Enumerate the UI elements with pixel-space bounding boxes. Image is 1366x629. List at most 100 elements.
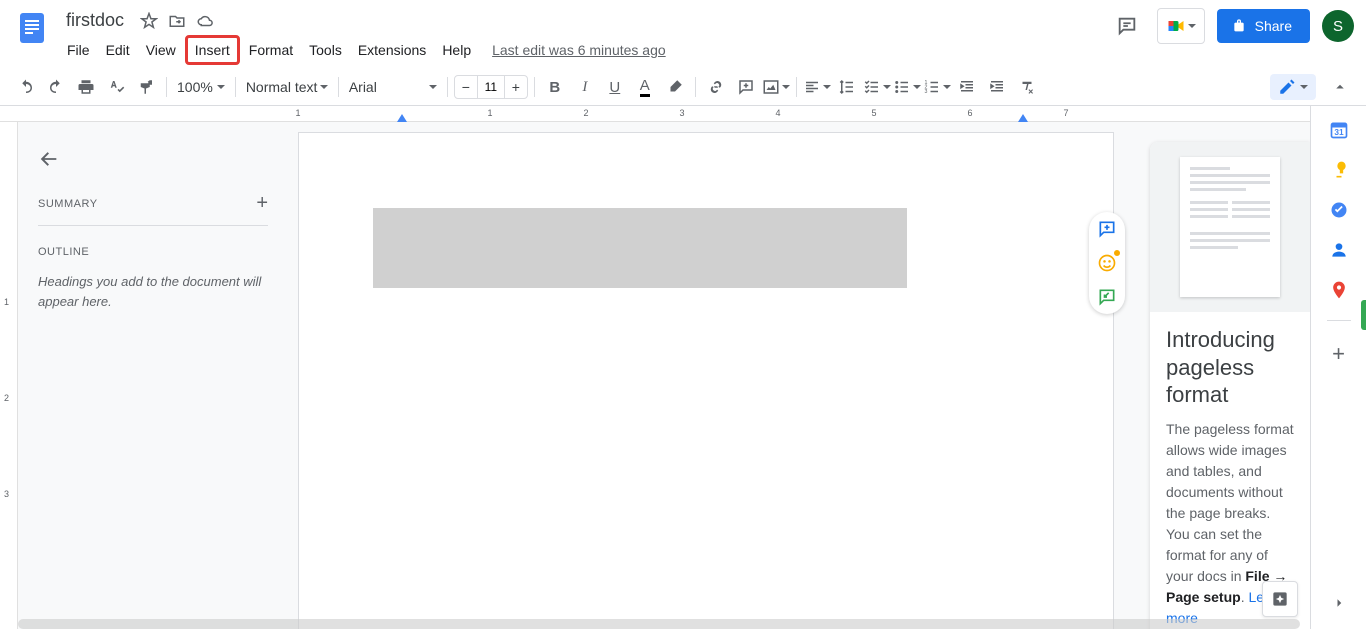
info-card-preview: [1150, 142, 1310, 312]
clear-formatting-button[interactable]: [1013, 73, 1041, 101]
chevron-down-icon: [883, 85, 891, 89]
highlight-button[interactable]: [661, 73, 689, 101]
add-summary-button[interactable]: +: [256, 192, 268, 215]
menu-extensions[interactable]: Extensions: [351, 38, 433, 62]
numbered-list-button[interactable]: 123: [923, 73, 951, 101]
menu-format[interactable]: Format: [242, 38, 300, 62]
bold-button[interactable]: B: [541, 73, 569, 101]
increase-font-button[interactable]: +: [505, 76, 527, 98]
menu-help[interactable]: Help: [435, 38, 478, 62]
get-addons-button[interactable]: +: [1332, 341, 1345, 367]
text-color-button[interactable]: A: [631, 73, 659, 101]
horizontal-scrollbar[interactable]: [18, 619, 1300, 629]
left-indent-marker[interactable]: [397, 114, 407, 122]
chevron-down-icon: [429, 85, 437, 89]
title-row: firstdoc: [60, 8, 1109, 33]
share-label: Share: [1255, 18, 1292, 34]
info-card-title: Introducing pageless format: [1150, 312, 1310, 419]
suggest-edit-icon[interactable]: [1096, 286, 1118, 308]
checklist-button[interactable]: [863, 73, 891, 101]
tasks-icon[interactable]: [1329, 200, 1349, 220]
outline-back-button[interactable]: [38, 148, 62, 172]
docs-logo[interactable]: [12, 8, 52, 48]
horizontal-ruler[interactable]: 1 1 2 3 4 5 6 7: [0, 106, 1310, 122]
add-comment-button[interactable]: [732, 73, 760, 101]
style-value: Normal text: [246, 79, 318, 95]
right-indent-marker[interactable]: [1018, 114, 1028, 122]
ruler-tick: 1: [487, 108, 492, 118]
font-size-input[interactable]: [477, 76, 505, 98]
underline-button[interactable]: U: [601, 73, 629, 101]
font-select[interactable]: Arial: [345, 73, 441, 101]
calendar-icon[interactable]: 31: [1329, 120, 1349, 140]
separator: [235, 77, 236, 97]
svg-text:31: 31: [1334, 127, 1344, 137]
cloud-status-icon[interactable]: [196, 12, 214, 30]
align-button[interactable]: [803, 73, 831, 101]
add-comment-icon[interactable]: [1096, 218, 1118, 240]
chevron-down-icon: [217, 85, 225, 89]
bulleted-list-button[interactable]: [893, 73, 921, 101]
separator: [447, 77, 448, 97]
hide-sidebar-button[interactable]: [1330, 594, 1348, 615]
move-icon[interactable]: [168, 12, 186, 30]
decrease-indent-button[interactable]: [953, 73, 981, 101]
account-avatar[interactable]: S: [1322, 10, 1354, 42]
separator: [38, 225, 268, 226]
title-area: firstdoc File Edit View Insert Format To…: [60, 8, 1109, 65]
main-area: 1 1 2 3 4 5 6 7 1 2 3 SUMMARY: [0, 106, 1366, 629]
ruler-marks: 1 1 2 3 4 5 6 7: [298, 106, 1310, 121]
menu-file[interactable]: File: [60, 38, 97, 62]
ruler-tick: 2: [583, 108, 588, 118]
italic-button[interactable]: I: [571, 73, 599, 101]
separator: [338, 77, 339, 97]
ruler-tick: 1: [4, 297, 9, 307]
insert-link-button[interactable]: [702, 73, 730, 101]
undo-button[interactable]: [12, 73, 40, 101]
menu-view[interactable]: View: [139, 38, 183, 62]
chevron-down-icon: [823, 85, 831, 89]
document-page[interactable]: [298, 132, 1114, 629]
star-icon[interactable]: [140, 12, 158, 30]
maps-icon[interactable]: [1329, 280, 1349, 300]
info-text: The pageless format allows wide images a…: [1166, 421, 1294, 584]
editing-mode-button[interactable]: [1270, 74, 1316, 100]
paint-format-button[interactable]: [132, 73, 160, 101]
separator: [534, 77, 535, 97]
increase-indent-button[interactable]: [983, 73, 1011, 101]
menu-tools[interactable]: Tools: [302, 38, 349, 62]
ruler-tick: 2: [4, 393, 9, 403]
emoji-reaction-icon[interactable]: [1096, 252, 1118, 274]
menu-insert[interactable]: Insert: [185, 35, 240, 65]
chevron-down-icon: [1300, 85, 1308, 89]
last-edit-link[interactable]: Last edit was 6 minutes ago: [492, 42, 666, 58]
collapse-toolbar-button[interactable]: [1326, 73, 1354, 101]
document-container: 1 1 2 3 4 5 6 7 1 2 3 SUMMARY: [0, 106, 1310, 629]
print-button[interactable]: [72, 73, 100, 101]
font-size-group: − +: [454, 75, 528, 99]
insert-image-button[interactable]: [762, 73, 790, 101]
decrease-font-button[interactable]: −: [455, 76, 477, 98]
side-panel-tab[interactable]: [1361, 300, 1366, 330]
separator: [796, 77, 797, 97]
vertical-ruler[interactable]: 1 2 3: [0, 122, 18, 629]
paragraph-style-select[interactable]: Normal text: [242, 73, 332, 101]
contacts-icon[interactable]: [1329, 240, 1349, 260]
separator: [166, 77, 167, 97]
meet-button[interactable]: [1157, 8, 1205, 44]
ruler-tick: 3: [679, 108, 684, 118]
toolbar: 100% Normal text Arial − + B I U A 123: [0, 69, 1366, 106]
ruler-tick: 6: [967, 108, 972, 118]
line-spacing-button[interactable]: [833, 73, 861, 101]
separator: [695, 77, 696, 97]
spellcheck-button[interactable]: [102, 73, 130, 101]
comment-history-button[interactable]: [1109, 8, 1145, 44]
share-button[interactable]: Share: [1217, 9, 1310, 43]
explore-button[interactable]: [1262, 581, 1298, 617]
redo-button[interactable]: [42, 73, 70, 101]
document-title[interactable]: firstdoc: [60, 8, 130, 33]
summary-header: SUMMARY +: [38, 192, 268, 215]
zoom-select[interactable]: 100%: [173, 73, 229, 101]
keep-icon[interactable]: [1329, 160, 1349, 180]
menu-edit[interactable]: Edit: [99, 38, 137, 62]
